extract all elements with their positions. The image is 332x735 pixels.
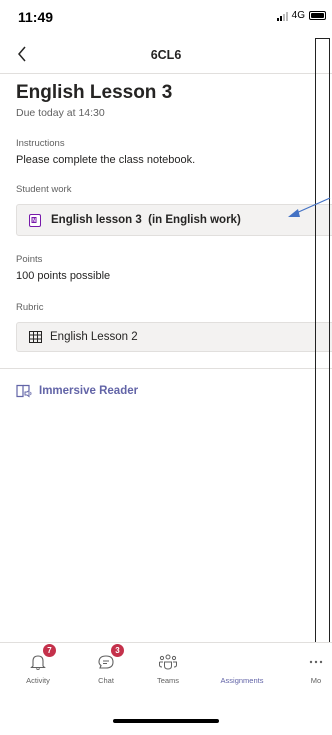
tab-label: Mo xyxy=(310,676,322,685)
assignment-title: English Lesson 3 xyxy=(16,82,173,103)
svg-text:N: N xyxy=(32,218,36,224)
tab-label: Chat xyxy=(98,676,114,685)
home-indicator[interactable] xyxy=(113,719,219,723)
points-label: Points xyxy=(16,254,43,265)
tab-teams[interactable]: Teams xyxy=(138,651,198,685)
instructions-text: Please complete the class notebook. xyxy=(16,154,196,166)
student-work-label: Student work xyxy=(16,184,72,195)
immersive-reader-button[interactable]: Immersive Reader xyxy=(16,384,138,398)
onenote-icon: N xyxy=(29,213,41,227)
chat-icon xyxy=(98,655,114,669)
battery-icon xyxy=(309,11,326,20)
immersive-reader-label: Immersive Reader xyxy=(39,385,139,397)
assignment-details: English Lesson 3 Due today at 14:30 Inst… xyxy=(16,82,332,352)
points-text: 100 points possible xyxy=(16,270,111,282)
status-time: 11:49 xyxy=(18,9,54,25)
student-work-label-text: English lesson 3 (in English work) xyxy=(51,214,241,226)
network-label: 4G xyxy=(291,10,305,21)
instructions-label: Instructions xyxy=(16,138,65,149)
activity-badge: 7 xyxy=(43,644,56,657)
divider xyxy=(0,368,332,369)
annotation-frame xyxy=(315,38,330,652)
tab-more[interactable]: Mo xyxy=(286,651,332,685)
page-title: 6CL6 xyxy=(150,48,182,62)
tab-activity[interactable]: 7 Activity xyxy=(8,644,68,685)
table-grid-icon xyxy=(29,331,42,343)
immersive-reader-icon xyxy=(16,384,32,398)
tab-chat[interactable]: 3 Chat xyxy=(76,644,136,685)
rubric-item[interactable]: English Lesson 2 xyxy=(16,322,332,352)
status-indicators: 4G xyxy=(276,10,326,21)
chat-badge: 3 xyxy=(111,644,124,657)
more-icon xyxy=(309,660,323,664)
signal-icon xyxy=(276,11,288,21)
tab-label: Activity xyxy=(26,676,50,685)
bell-icon xyxy=(30,655,46,671)
tab-assignments[interactable]: Assignments xyxy=(212,651,272,685)
nav-bar: 6CL6 xyxy=(0,38,332,74)
tab-label: Assignments xyxy=(220,676,264,685)
tab-label: Teams xyxy=(156,676,180,685)
assignments-icon xyxy=(233,653,251,671)
teams-icon xyxy=(159,654,177,670)
rubric-item-label: English Lesson 2 xyxy=(50,331,138,343)
annotation-arrow xyxy=(288,197,331,217)
due-date: Due today at 14:30 xyxy=(16,107,105,119)
status-bar: 11:49 4G xyxy=(0,0,332,34)
student-work-item[interactable]: N English lesson 3 (in English work) xyxy=(16,204,332,236)
rubric-label: Rubric xyxy=(16,302,44,313)
